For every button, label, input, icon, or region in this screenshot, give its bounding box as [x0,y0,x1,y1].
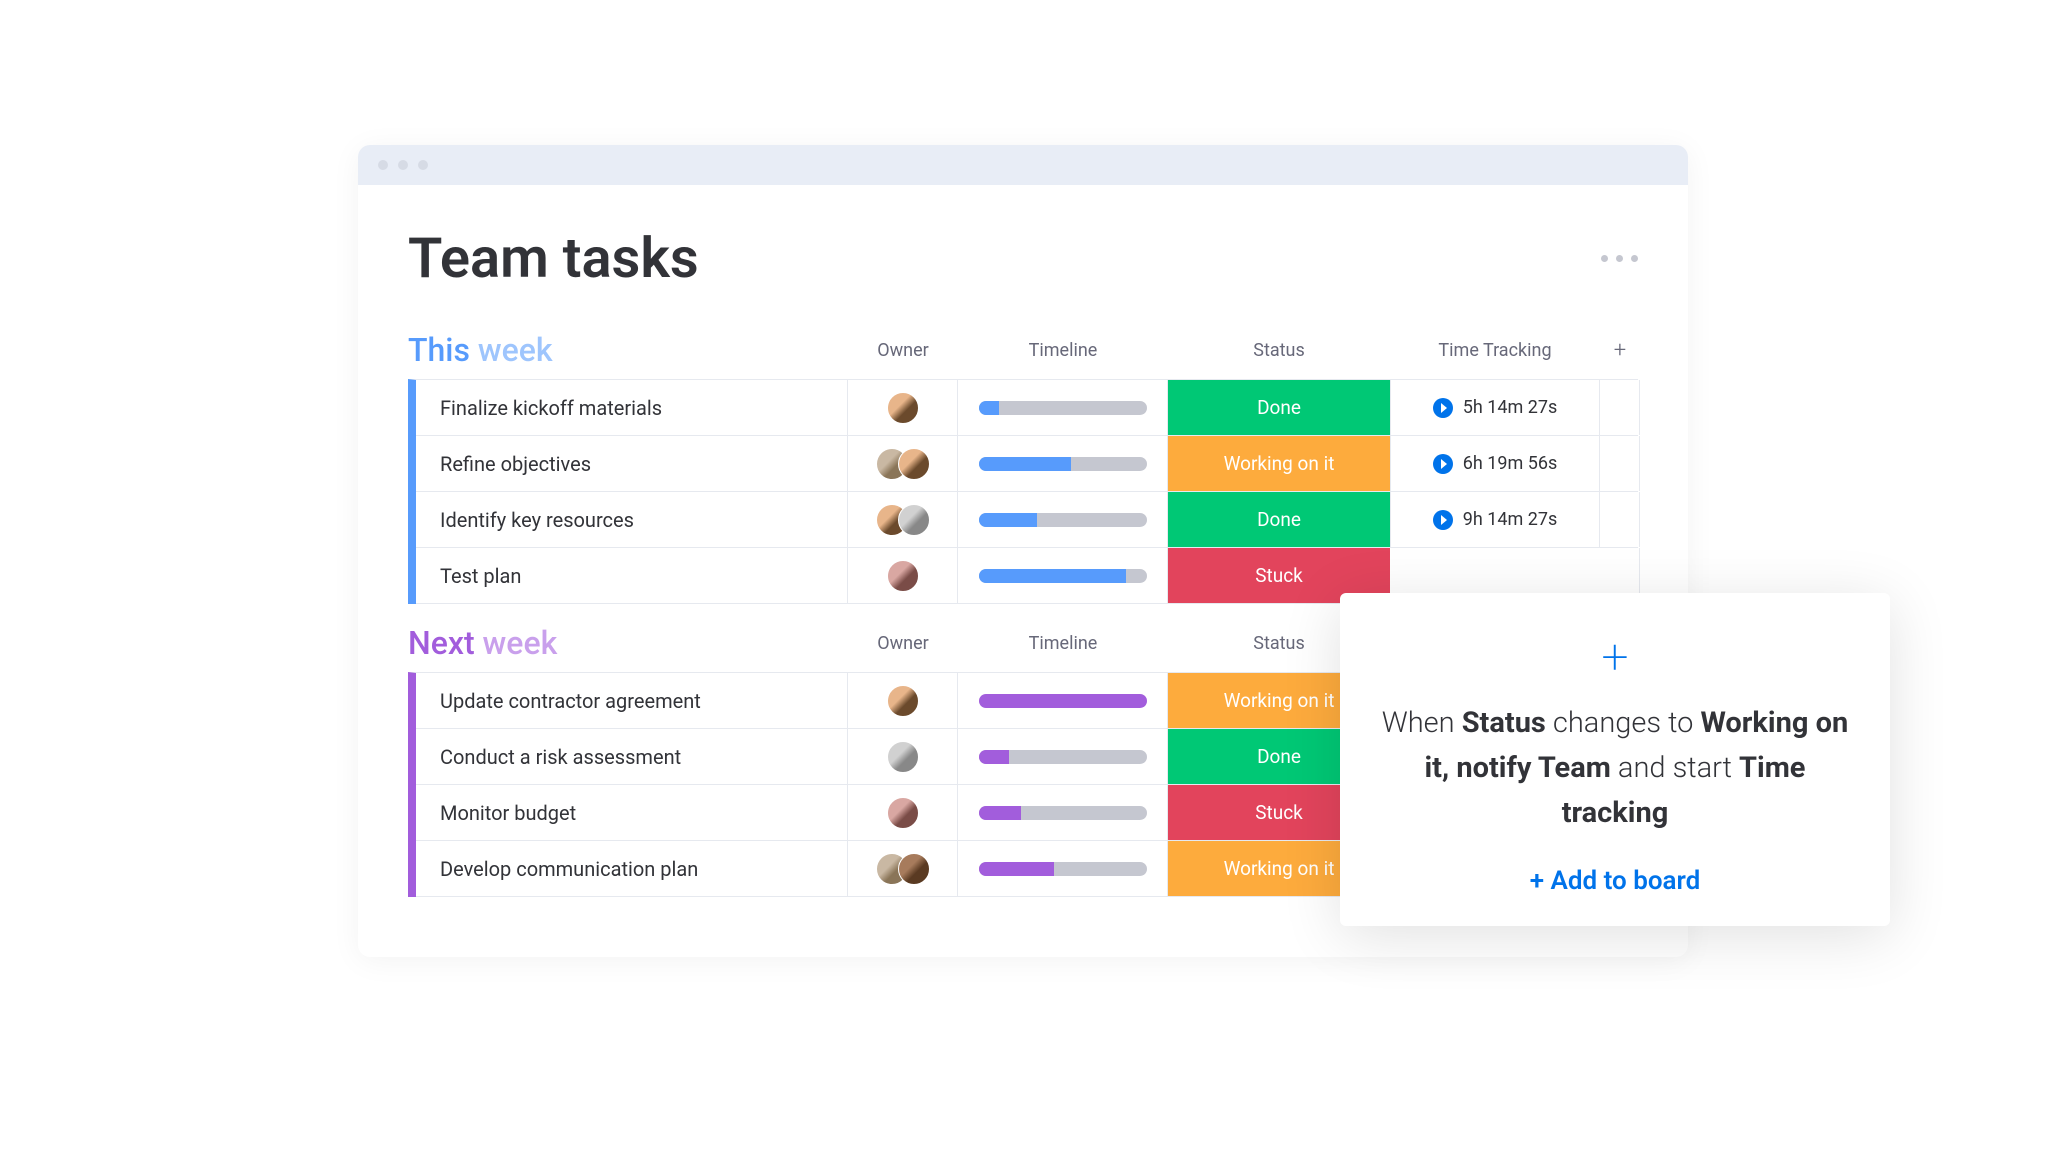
timeline-cell[interactable] [958,729,1168,784]
avatar[interactable] [887,392,919,424]
timeline-cell[interactable] [958,436,1168,491]
owner-cell[interactable] [848,380,958,435]
timeline-bar [979,457,1147,471]
owner-cell[interactable] [848,548,958,603]
timeline-cell[interactable] [958,380,1168,435]
traffic-light-max-icon[interactable] [418,160,428,170]
timeline-bar [979,569,1147,583]
owner-cell[interactable] [848,729,958,784]
traffic-light-min-icon[interactable] [398,160,408,170]
time-tracking-cell[interactable]: 9h 14m 27s [1390,492,1600,547]
automation-card[interactable]: + When Status changes to Working on it, … [1340,593,1890,926]
add-column-button[interactable]: + [1600,338,1640,363]
task-name[interactable]: Test plan [416,548,848,603]
timeline-cell[interactable] [958,548,1168,603]
avatar[interactable] [898,448,930,480]
automation-rule-text: When Status changes to Working on it, no… [1380,701,1850,836]
more-options-button[interactable] [1601,255,1638,262]
table-row[interactable]: Refine objectives Working on it 6h 19m 5… [416,436,1638,492]
timeline-cell[interactable] [958,673,1168,728]
group-title[interactable]: This week [408,331,848,369]
time-value: 5h 14m 27s [1463,397,1558,418]
timeline-cell[interactable] [958,841,1168,896]
owner-cell[interactable] [848,841,958,896]
timeline-bar [979,806,1147,820]
task-name[interactable]: Identify key resources [416,492,848,547]
task-name[interactable]: Monitor budget [416,785,848,840]
timeline-bar [979,750,1147,764]
owner-cell[interactable] [848,436,958,491]
column-status-header: Status [1168,340,1390,361]
task-name[interactable]: Develop communication plan [416,841,848,896]
avatar[interactable] [898,504,930,536]
column-time-tracking-header: Time Tracking [1390,340,1600,361]
status-cell[interactable]: Working on it [1168,436,1390,491]
traffic-light-close-icon[interactable] [378,160,388,170]
timeline-cell[interactable] [958,785,1168,840]
column-timeline-header: Timeline [958,633,1168,654]
timeline-bar [979,694,1147,708]
timeline-bar [979,401,1147,415]
time-value: 6h 19m 56s [1463,453,1558,474]
table-row[interactable]: Finalize kickoff materials Done 5h 14m 2… [416,380,1638,436]
extra-cell [1600,380,1640,435]
timeline-bar [979,862,1147,876]
avatar[interactable] [887,560,919,592]
avatar[interactable] [887,797,919,829]
play-icon[interactable] [1433,510,1453,530]
page-title: Team tasks [408,225,699,291]
add-to-board-button[interactable]: + Add to board [1380,866,1850,896]
owner-cell[interactable] [848,673,958,728]
avatar[interactable] [898,853,930,885]
task-name[interactable]: Refine objectives [416,436,848,491]
group-body: Finalize kickoff materials Done 5h 14m 2… [408,379,1638,604]
timeline-cell[interactable] [958,492,1168,547]
play-icon[interactable] [1433,398,1453,418]
status-cell[interactable]: Done [1168,380,1390,435]
group-header: This week Owner Timeline Status Time Tra… [408,331,1638,369]
task-name[interactable]: Finalize kickoff materials [416,380,848,435]
group-title[interactable]: Next week [408,624,848,662]
table-row[interactable]: Identify key resources Done 9h 14m 27s [416,492,1638,548]
column-timeline-header: Timeline [958,340,1168,361]
status-cell[interactable]: Done [1168,492,1390,547]
owner-cell[interactable] [848,492,958,547]
extra-cell [1600,436,1640,491]
avatar[interactable] [887,685,919,717]
time-tracking-cell[interactable]: 6h 19m 56s [1390,436,1600,491]
play-icon[interactable] [1433,454,1453,474]
time-tracking-cell[interactable]: 5h 14m 27s [1390,380,1600,435]
column-owner-header: Owner [848,340,958,361]
task-name[interactable]: Conduct a risk assessment [416,729,848,784]
time-value: 9h 14m 27s [1463,509,1558,530]
window-titlebar [358,145,1688,185]
task-name[interactable]: Update contractor agreement [416,673,848,728]
avatar[interactable] [887,741,919,773]
timeline-bar [979,513,1147,527]
extra-cell [1600,492,1640,547]
column-owner-header: Owner [848,633,958,654]
owner-cell[interactable] [848,785,958,840]
plus-icon: + [1380,633,1850,681]
